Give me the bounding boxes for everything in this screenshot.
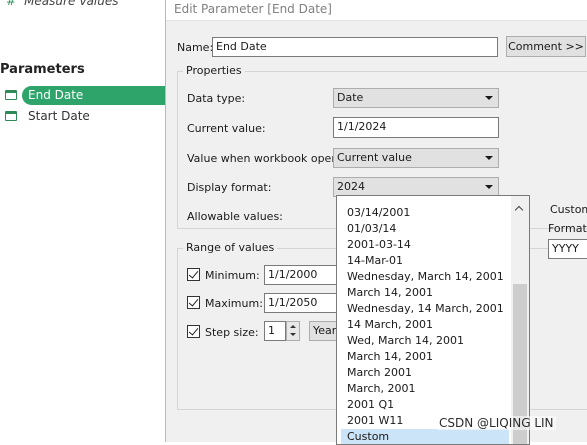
dropdown-option[interactable]: 14 March, 2001	[341, 317, 509, 333]
maximum-label: Maximum:	[205, 297, 263, 310]
measure-values-label: Measure Values	[24, 0, 119, 8]
minimum-checkbox[interactable]	[187, 268, 200, 281]
allowable-values-label: Allowable values:	[187, 210, 283, 223]
dropdown-arrow-icon	[485, 96, 493, 100]
dropdown-option[interactable]: March 14, 2001	[341, 285, 509, 301]
step-size-spinner[interactable]	[286, 321, 300, 341]
parameter-icon	[5, 90, 17, 100]
maximum-input[interactable]: 1/1/2050	[264, 293, 344, 313]
minimum-input[interactable]: 1/1/2000	[264, 265, 344, 285]
name-label: Name:	[177, 41, 214, 54]
dialog-title: Edit Parameter [End Date]	[174, 2, 332, 16]
dropdown-option[interactable]: 2001 Q1	[341, 397, 509, 413]
dropdown-option[interactable]: Wednesday, March 14, 2001	[341, 269, 509, 285]
current-value-label: Current value:	[187, 122, 266, 135]
dropdown-option[interactable]: Custom	[341, 429, 509, 444]
step-size-checkbox[interactable]	[187, 325, 200, 338]
measure-values-field[interactable]: # Measure Values	[6, 0, 119, 8]
workbook-opens-value: Current value	[337, 151, 412, 164]
display-format-label: Display format:	[187, 181, 272, 194]
dropdown-arrow-icon	[485, 185, 493, 189]
minimum-label: Minimum:	[205, 269, 260, 282]
current-value-input[interactable]: 1/1/2024	[333, 117, 499, 138]
dropdown-scrollbar[interactable]	[511, 196, 529, 444]
dropdown-option[interactable]: 14-Mar-01	[341, 253, 509, 269]
data-type-select[interactable]: Date	[333, 88, 499, 108]
data-type-label: Data type:	[187, 92, 246, 105]
dropdown-option[interactable]: March 2001	[341, 365, 509, 381]
parameter-item-start-date[interactable]: Start Date	[0, 106, 168, 126]
workbook-opens-select[interactable]: Current value	[333, 148, 499, 168]
parameter-item-end-date[interactable]: End Date	[0, 85, 168, 105]
dropdown-option[interactable]: March 14, 2001	[341, 349, 509, 365]
dropdown-option[interactable]: Wednesday, 14 March, 2001	[341, 301, 509, 317]
parameter-label: End Date	[22, 85, 168, 105]
dropdown-option[interactable]: 2001-03-14	[341, 237, 509, 253]
display-format-value: 2024	[337, 180, 365, 193]
spin-up-icon[interactable]	[290, 325, 296, 328]
data-pane: # Measure Values Parameters End Date Star…	[0, 0, 168, 442]
parameter-icon	[5, 111, 17, 121]
measure-values-icon: #	[6, 0, 17, 8]
properties-title: Properties	[183, 64, 245, 77]
dropdown-option[interactable]: 01/03/14	[341, 221, 509, 237]
maximum-checkbox[interactable]	[187, 296, 200, 309]
custom-title: Custom	[547, 203, 587, 216]
step-size-input[interactable]: 1	[264, 321, 286, 341]
dropdown-arrow-icon	[485, 156, 493, 160]
dropdown-option[interactable]: 03/14/2001	[341, 205, 509, 221]
dropdown-option[interactable]: Wed, March 14, 2001	[341, 333, 509, 349]
watermark: CSDN @LIQING LIN	[437, 416, 556, 430]
step-size-label: Step size:	[205, 326, 259, 339]
scroll-up-icon[interactable]	[511, 204, 529, 216]
dropdown-option[interactable]: March, 2001	[341, 381, 509, 397]
format-label: Format:	[548, 222, 587, 235]
spin-down-icon[interactable]	[290, 333, 296, 336]
display-format-dropdown-list[interactable]: 03/14/2001 01/03/14 2001-03-14 14-Mar-01 Wed…	[336, 195, 530, 445]
name-input[interactable]: End Date	[212, 37, 498, 57]
format-input[interactable]: YYYY	[548, 239, 587, 259]
data-type-value: Date	[337, 91, 364, 104]
comment-button[interactable]: Comment >>	[506, 36, 586, 57]
dialog-titlebar[interactable]: Edit Parameter [End Date]	[166, 0, 587, 21]
parameter-label: Start Date	[28, 109, 90, 123]
range-title: Range of values	[183, 241, 278, 254]
workbook-opens-label: Value when workbook opens:	[187, 152, 348, 165]
parameters-heading: Parameters	[0, 62, 85, 77]
display-format-select[interactable]: 2024	[333, 177, 499, 197]
